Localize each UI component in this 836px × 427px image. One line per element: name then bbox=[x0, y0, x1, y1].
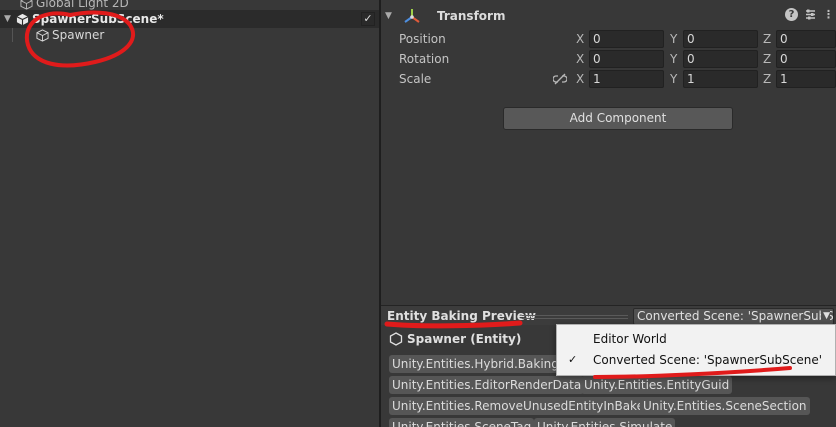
menu-item-label: Editor World bbox=[593, 332, 667, 346]
scale-row: Scale X 1 Y 1 Z 1 bbox=[381, 70, 836, 90]
position-z-field[interactable]: 0 bbox=[776, 30, 836, 48]
component-chip[interactable]: Unity.Entities.Hybrid.Baking.AdditionalE… bbox=[389, 355, 579, 373]
axis-z-label[interactable]: Z bbox=[763, 32, 771, 46]
component-title: Transform bbox=[437, 9, 506, 23]
hierarchy-item-label: Spawner bbox=[52, 28, 105, 42]
transform-header[interactable]: ▼ Transform ? ⋮ bbox=[381, 5, 836, 27]
component-chip[interactable]: Unity.Entities.EntityGuid bbox=[581, 376, 733, 394]
axis-y-label[interactable]: Y bbox=[670, 52, 677, 66]
rotation-z-field[interactable]: 0 bbox=[776, 50, 836, 68]
position-row: Position X 0 Y 0 Z 0 bbox=[381, 30, 836, 50]
gameobject-icon bbox=[36, 28, 49, 42]
subscene-toggle-checkbox[interactable]: ✓ bbox=[361, 12, 375, 26]
entity-baking-preview-title: Entity Baking Preview bbox=[387, 309, 536, 323]
entity-title: Spawner (Entity) bbox=[389, 332, 521, 346]
drag-handle[interactable] bbox=[522, 315, 628, 319]
component-chip[interactable]: Unity.Entities.RemoveUnusedEntityInBake bbox=[389, 397, 647, 415]
hierarchy-panel: Global Light 2D ▼ SpawnerSubScene* ✓ Spa… bbox=[0, 0, 379, 427]
menu-item-converted-scene[interactable]: ✓ Converted Scene: 'SpawnerSubScene' bbox=[557, 350, 836, 370]
scale-x-field[interactable]: 1 bbox=[589, 70, 664, 88]
position-label: Position bbox=[399, 32, 446, 46]
rotation-label: Rotation bbox=[399, 52, 450, 66]
kebab-menu-icon[interactable]: ⋮ bbox=[823, 8, 834, 21]
checkmark-icon: ✓ bbox=[568, 353, 578, 366]
transform-axis-icon bbox=[404, 9, 420, 23]
hierarchy-item-spawner[interactable]: Spawner bbox=[0, 26, 379, 44]
component-chip[interactable]: Unity.Entities.SceneTag bbox=[389, 418, 535, 427]
axis-z-label[interactable]: Z bbox=[763, 72, 771, 86]
axis-x-label[interactable]: X bbox=[576, 32, 584, 46]
scale-z-field[interactable]: 1 bbox=[776, 70, 836, 88]
world-select-menu: Editor World ✓ Converted Scene: 'Spawner… bbox=[556, 324, 836, 376]
scale-y-field[interactable]: 1 bbox=[683, 70, 758, 88]
collapse-arrow-icon[interactable]: ▼ bbox=[381, 11, 399, 21]
rotation-y-field[interactable]: 0 bbox=[683, 50, 758, 68]
hierarchy-item-label: Global Light 2D bbox=[36, 0, 129, 10]
header-actions: ? ⋮ bbox=[785, 8, 834, 21]
hierarchy-item-label: SpawnerSubScene* bbox=[32, 12, 164, 26]
entity-icon bbox=[389, 332, 403, 346]
world-select-dropdown[interactable]: Converted Scene: 'SpawnerSubScene' ▼ bbox=[633, 308, 834, 325]
component-chip[interactable]: Unity.Entities.Simulate bbox=[534, 418, 676, 427]
axis-y-label[interactable]: Y bbox=[670, 32, 677, 46]
scale-label: Scale bbox=[399, 72, 432, 86]
component-chip[interactable]: Unity.Entities.EditorRenderData bbox=[389, 376, 585, 394]
menu-item-label: Converted Scene: 'SpawnerSubScene' bbox=[593, 353, 823, 367]
entity-title-label: Spawner (Entity) bbox=[407, 332, 522, 346]
gameobject-icon bbox=[20, 0, 33, 10]
expand-arrow-icon[interactable]: ▼ bbox=[4, 14, 16, 24]
position-y-field[interactable]: 0 bbox=[683, 30, 758, 48]
rotation-x-field[interactable]: 0 bbox=[589, 50, 664, 68]
subscene-icon bbox=[16, 13, 29, 25]
constrain-proportions-icon[interactable] bbox=[553, 72, 567, 86]
component-chip[interactable]: Unity.Entities.SceneSection bbox=[640, 397, 810, 415]
position-x-field[interactable]: 0 bbox=[589, 30, 664, 48]
axis-x-label[interactable]: X bbox=[576, 52, 584, 66]
dropdown-caret-icon: ▼ bbox=[821, 309, 830, 324]
axis-x-label[interactable]: X bbox=[576, 72, 584, 86]
menu-item-editor-world[interactable]: Editor World bbox=[557, 329, 836, 349]
world-select-value: Converted Scene: 'SpawnerSubScene' bbox=[637, 309, 834, 323]
presets-icon[interactable] bbox=[804, 8, 817, 21]
rotation-row: Rotation X 0 Y 0 Z 0 bbox=[381, 50, 836, 70]
help-icon[interactable]: ? bbox=[785, 8, 798, 21]
add-component-button[interactable]: Add Component bbox=[503, 107, 733, 130]
entity-baking-preview-header[interactable]: Entity Baking Preview Converted Scene: '… bbox=[381, 305, 836, 325]
axis-z-label[interactable]: Z bbox=[763, 52, 771, 66]
axis-y-label[interactable]: Y bbox=[670, 72, 677, 86]
